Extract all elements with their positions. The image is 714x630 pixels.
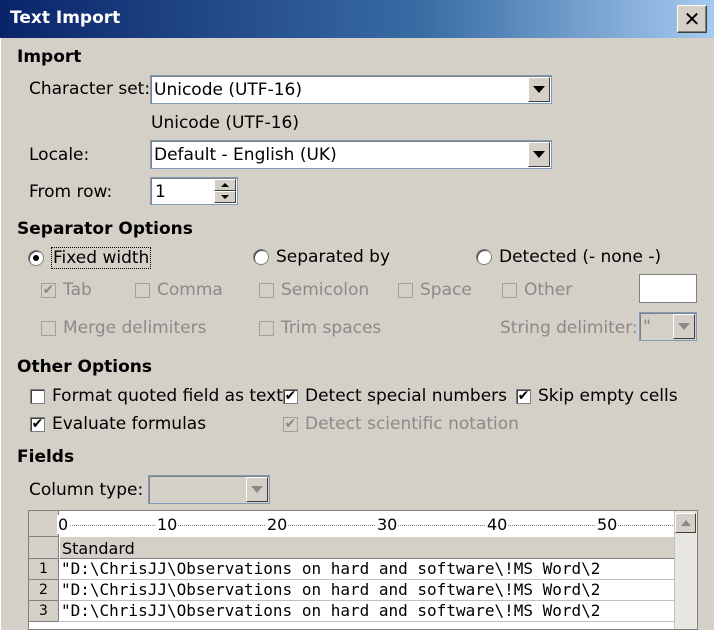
other-options-heading: Other Options [17, 357, 152, 377]
merge-delimiters-label: Merge delimiters [63, 318, 207, 338]
ruler-tick: 10 [156, 515, 179, 534]
other-label: Other [524, 280, 573, 300]
chevron-down-icon [678, 323, 690, 330]
radio-indicator [253, 249, 269, 265]
space-label: Space [420, 280, 472, 300]
separated-by-label: Separated by [276, 247, 391, 267]
vertical-scrollbar[interactable] [674, 511, 697, 629]
arrow-up-icon [221, 183, 229, 187]
fields-heading: Fields [17, 447, 75, 467]
charset-dropdown-button[interactable] [528, 77, 550, 102]
merge-delimiters-checkbox[interactable]: Merge delimiters [41, 318, 206, 338]
ruler-tick: 20 [266, 515, 289, 534]
check-icon: ✔ [31, 416, 44, 432]
locale-value: Default - English (UK) [154, 145, 337, 165]
chevron-down-icon [251, 486, 263, 493]
ruler[interactable]: 0 10 20 30 40 50 [57, 511, 675, 538]
from-row-label: From row: [29, 182, 113, 202]
skip-empty-checkbox[interactable]: ✔ Skip empty cells [516, 386, 678, 406]
string-delimiter-select[interactable]: " [639, 312, 697, 341]
column-type-label: Column type: [29, 480, 144, 500]
detected-radio[interactable]: Detected (- none -) [476, 247, 661, 267]
close-button[interactable]: ✕ [677, 5, 707, 33]
separated-by-radio[interactable]: Separated by [253, 247, 390, 267]
spin-up-button[interactable] [214, 179, 236, 191]
trim-spaces-label: Trim spaces [281, 318, 382, 338]
radio-indicator [28, 250, 44, 266]
fixed-width-radio[interactable]: Fixed width [28, 247, 152, 269]
tab-label: Tab [63, 280, 92, 300]
column-header-label: Standard [62, 539, 135, 558]
trim-spaces-checkbox[interactable]: Trim spaces [259, 318, 381, 338]
arrow-down-icon [221, 195, 229, 199]
charset-value: Unicode (UTF-16) [154, 80, 302, 100]
comma-label: Comma [157, 280, 223, 300]
fixed-width-label: Fixed width [51, 247, 152, 269]
preview-grid[interactable]: 0 10 20 30 40 50 Standard 1 "D:\ChrisJJ\… [28, 510, 698, 630]
detect-scientific-label: Detect scientific notation [305, 414, 519, 434]
table-row[interactable]: "D:\ChrisJJ\Observations on hard and sof… [60, 559, 675, 580]
grid-corner [29, 511, 59, 537]
check-icon: ✔ [517, 388, 530, 404]
spin-down-button[interactable] [214, 191, 236, 203]
ruler-dots [60, 525, 675, 526]
window-border [0, 38, 5, 630]
radio-indicator [476, 249, 492, 265]
charset-select[interactable]: Unicode (UTF-16) [150, 75, 552, 104]
check-icon: ✔ [284, 388, 297, 404]
import-heading: Import [17, 47, 82, 67]
format-quoted-label: Format quoted field as text [52, 386, 283, 406]
from-row-spinner[interactable]: 1 [150, 177, 238, 205]
space-checkbox[interactable]: Space [398, 280, 472, 300]
ruler-tick: 0 [57, 515, 70, 534]
comma-checkbox[interactable]: Comma [135, 280, 223, 300]
locale-label: Locale: [29, 145, 90, 165]
detect-scientific-checkbox[interactable]: ✔ Detect scientific notation [283, 414, 519, 434]
semicolon-label: Semicolon [281, 280, 370, 300]
other-checkbox[interactable]: Other [502, 280, 572, 300]
evaluate-formulas-checkbox[interactable]: ✔ Evaluate formulas [30, 414, 206, 434]
from-row-value: 1 [155, 182, 166, 202]
ruler-tick: 30 [376, 515, 399, 534]
chevron-down-icon [533, 151, 545, 158]
string-delimiter-dropdown-button[interactable] [673, 314, 695, 339]
locale-dropdown-button[interactable] [528, 142, 550, 167]
tab-checkbox[interactable]: ✔ Tab [41, 280, 92, 300]
close-icon: ✕ [683, 7, 701, 31]
format-quoted-checkbox[interactable]: Format quoted field as text [30, 386, 283, 406]
table-row[interactable]: "D:\ChrisJJ\Observations on hard and sof… [60, 601, 675, 622]
column-type-dropdown-button[interactable] [246, 477, 268, 502]
dialog-title: Text Import [10, 8, 121, 28]
row-header-corner [29, 537, 59, 559]
scroll-up-button[interactable] [675, 513, 696, 533]
check-icon: ✔ [284, 416, 297, 432]
locale-select[interactable]: Default - English (UK) [150, 140, 552, 169]
separator-heading: Separator Options [17, 219, 193, 239]
semicolon-checkbox[interactable]: Semicolon [259, 280, 369, 300]
ruler-tick: 40 [486, 515, 509, 534]
other-input[interactable] [639, 274, 697, 303]
evaluate-formulas-label: Evaluate formulas [52, 414, 207, 434]
arrow-up-icon [680, 520, 691, 526]
table-row[interactable]: "D:\ChrisJJ\Observations on hard and sof… [60, 580, 675, 601]
row-number[interactable]: 3 [29, 601, 59, 622]
detected-label: Detected (- none -) [499, 247, 662, 267]
detect-special-label: Detect special numbers [305, 386, 508, 406]
charset-info: Unicode (UTF-16) [151, 113, 299, 133]
chevron-down-icon [533, 86, 545, 93]
row-number[interactable]: 1 [29, 559, 59, 580]
skip-empty-label: Skip empty cells [538, 386, 678, 406]
row-number[interactable]: 2 [29, 580, 59, 601]
charset-label: Character set: [29, 79, 151, 99]
ruler-tick: 50 [596, 515, 619, 534]
column-header[interactable]: Standard [60, 537, 675, 559]
detect-special-checkbox[interactable]: ✔ Detect special numbers [283, 386, 507, 406]
string-delimiter-value: " [643, 317, 651, 337]
check-icon: ✔ [42, 282, 55, 298]
column-type-select[interactable] [148, 475, 270, 504]
string-delimiter-label: String delimiter: [500, 318, 638, 338]
